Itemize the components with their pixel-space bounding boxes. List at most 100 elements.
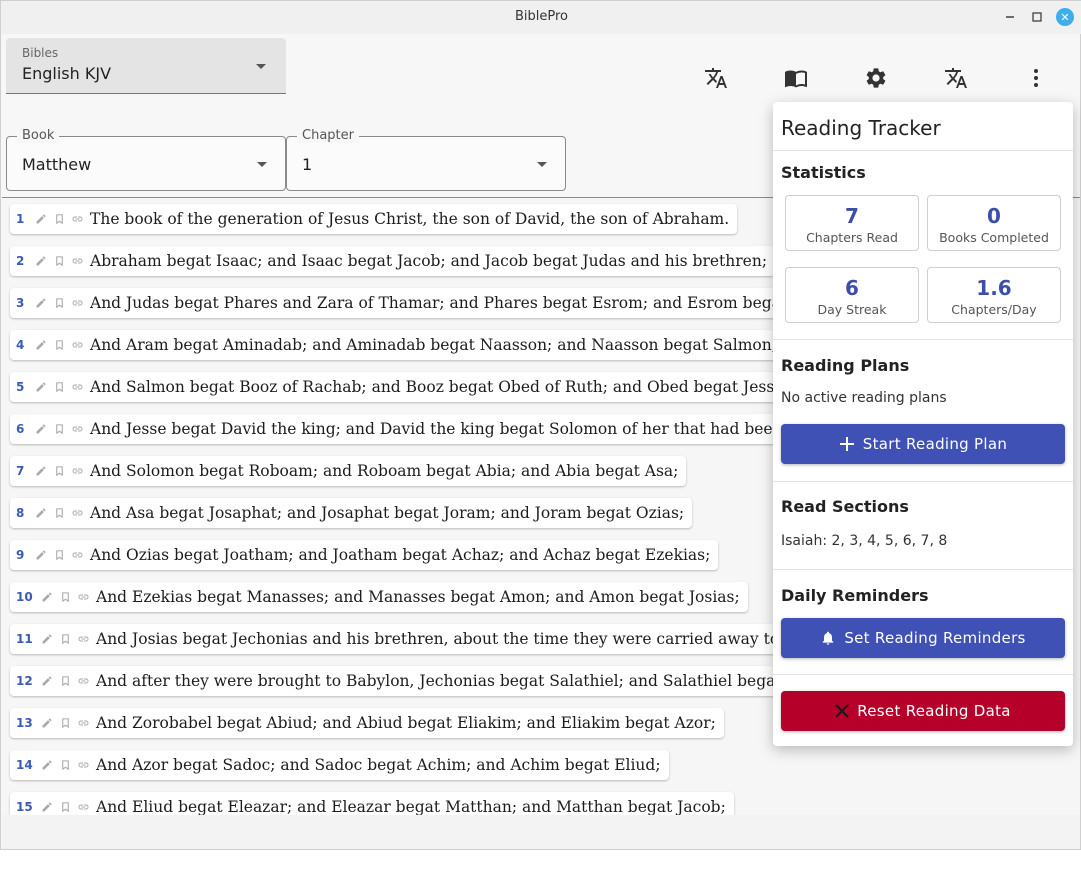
verse-text: Abraham begat Isaac; and Isaac begat Jac… [90, 252, 768, 270]
book-open-icon[interactable] [783, 65, 809, 91]
verse-row[interactable]: 11 And Josias begat Jechonias and his bre… [10, 624, 813, 654]
verse-row[interactable]: 8 And Asa begat Josaphat; and Josaphat be… [10, 498, 693, 528]
reading-plans-title: Reading Plans [781, 356, 910, 375]
edit-icon[interactable] [40, 632, 54, 646]
verse-row[interactable]: 5 And Salmon begat Booz of Rachab; and Bo… [10, 372, 797, 402]
translate-icon[interactable] [943, 65, 969, 91]
edit-icon[interactable] [34, 254, 48, 268]
book-select-label: Book [17, 128, 60, 143]
verse-row[interactable]: 10 And Ezekias begat Manasses; and Manass… [10, 582, 748, 612]
verse-actions [40, 632, 90, 646]
verse-text: And Salmon begat Booz of Rachab; and Boo… [90, 378, 789, 396]
bookmark-icon[interactable] [58, 590, 72, 604]
edit-icon[interactable] [34, 464, 48, 478]
bookmark-icon[interactable] [58, 674, 72, 688]
link-icon[interactable] [76, 800, 90, 814]
verse-row[interactable]: 12 And after they were brought to Babylon… [10, 666, 815, 696]
verse-number: 12 [16, 674, 33, 688]
verse-number: 1 [16, 212, 25, 226]
edit-icon[interactable] [40, 716, 54, 730]
edit-icon[interactable] [34, 296, 48, 310]
link-icon[interactable] [70, 422, 84, 436]
link-icon[interactable] [70, 254, 84, 268]
verse-text: And Josias begat Jechonias and his breth… [96, 630, 805, 648]
verse-text: And Azor begat Sadoc; and Sadoc begat Ac… [96, 756, 661, 774]
bookmark-icon[interactable] [52, 212, 66, 226]
verse-text: And Solomon begat Roboam; and Roboam beg… [90, 462, 679, 480]
edit-icon[interactable] [34, 338, 48, 352]
verse-row[interactable]: 7 And Solomon begat Roboam; and Roboam be… [10, 456, 687, 486]
reset-reading-data-label: Reset Reading Data [857, 702, 1011, 720]
verse-row[interactable]: 14 And Azor begat Sadoc; and Sadoc begat … [10, 750, 669, 780]
link-icon[interactable] [70, 380, 84, 394]
verse-number: 6 [16, 422, 25, 436]
verse-row[interactable]: 9 And Ozias begat Joatham; and Joatham be… [10, 540, 719, 570]
verse-row[interactable]: 1 The book of the generation of Jesus Chr… [10, 204, 738, 234]
edit-icon[interactable] [40, 800, 54, 814]
translate-icon[interactable] [703, 65, 729, 91]
bookmark-icon[interactable] [52, 254, 66, 268]
edit-icon[interactable] [34, 548, 48, 562]
verse-row[interactable]: 3 And Judas begat Phares and Zara of Tham… [10, 288, 812, 318]
start-reading-plan-button[interactable]: Start Reading Plan [781, 424, 1065, 464]
link-icon[interactable] [70, 548, 84, 562]
link-icon[interactable] [76, 758, 90, 772]
reading-tracker-panel: Reading Tracker Statistics 7 Chapters Re… [773, 102, 1073, 746]
divider [773, 569, 1073, 570]
verse-row[interactable]: 2 Abraham begat Isaac; and Isaac begat Ja… [10, 246, 776, 276]
link-icon[interactable] [76, 674, 90, 688]
link-icon[interactable] [70, 212, 84, 226]
bible-select[interactable]: Bibles English KJV [6, 38, 286, 94]
verse-actions [34, 254, 84, 268]
bookmark-icon[interactable] [52, 380, 66, 394]
close-icon[interactable]: ✕ [1056, 8, 1074, 26]
divider [773, 150, 1073, 151]
reset-reading-data-button[interactable]: Reset Reading Data [781, 691, 1065, 731]
bookmark-icon[interactable] [52, 506, 66, 520]
minimize-icon[interactable] [1001, 8, 1019, 26]
edit-icon[interactable] [40, 674, 54, 688]
verse-actions [40, 716, 90, 730]
chevron-down-icon [256, 64, 266, 69]
stat-label: Books Completed [939, 230, 1049, 245]
chapter-select[interactable]: Chapter 1 [286, 128, 566, 191]
link-icon[interactable] [76, 716, 90, 730]
bookmark-icon[interactable] [52, 422, 66, 436]
bookmark-icon[interactable] [52, 548, 66, 562]
verse-number: 8 [16, 506, 25, 520]
bookmark-icon[interactable] [58, 800, 72, 814]
maximize-icon[interactable] [1028, 8, 1046, 26]
verse-actions [40, 758, 90, 772]
settings-icon[interactable] [863, 65, 889, 91]
set-reading-reminders-button[interactable]: Set Reading Reminders [781, 618, 1065, 658]
verse-row[interactable]: 6 And Jesse begat David the king; and Dav… [10, 414, 812, 444]
edit-icon[interactable] [34, 506, 48, 520]
link-icon[interactable] [70, 506, 84, 520]
verse-row[interactable]: 13 And Zorobabel begat Abiud; and Abiud b… [10, 708, 724, 738]
more-vert-icon[interactable] [1023, 65, 1049, 91]
verse-number: 13 [16, 716, 33, 730]
divider [773, 339, 1073, 340]
bookmark-icon[interactable] [58, 632, 72, 646]
bookmark-icon[interactable] [58, 716, 72, 730]
verse-row[interactable]: 4 And Aram begat Aminadab; and Aminadab b… [10, 330, 785, 360]
verse-row[interactable]: 15 And Eliud begat Eleazar; and Eleazar b… [10, 792, 734, 815]
edit-icon[interactable] [40, 758, 54, 772]
edit-icon[interactable] [34, 212, 48, 226]
bookmark-icon[interactable] [58, 758, 72, 772]
link-icon[interactable] [76, 632, 90, 646]
link-icon[interactable] [76, 590, 90, 604]
link-icon[interactable] [70, 296, 84, 310]
close-icon [835, 704, 849, 718]
no-plans-text: No active reading plans [781, 390, 947, 406]
bookmark-icon[interactable] [52, 338, 66, 352]
link-icon[interactable] [70, 338, 84, 352]
edit-icon[interactable] [34, 380, 48, 394]
edit-icon[interactable] [40, 590, 54, 604]
link-icon[interactable] [70, 464, 84, 478]
book-select[interactable]: Book Matthew [6, 128, 286, 191]
edit-icon[interactable] [34, 422, 48, 436]
bookmark-icon[interactable] [52, 464, 66, 478]
bookmark-icon[interactable] [52, 296, 66, 310]
verse-number: 4 [16, 338, 25, 352]
